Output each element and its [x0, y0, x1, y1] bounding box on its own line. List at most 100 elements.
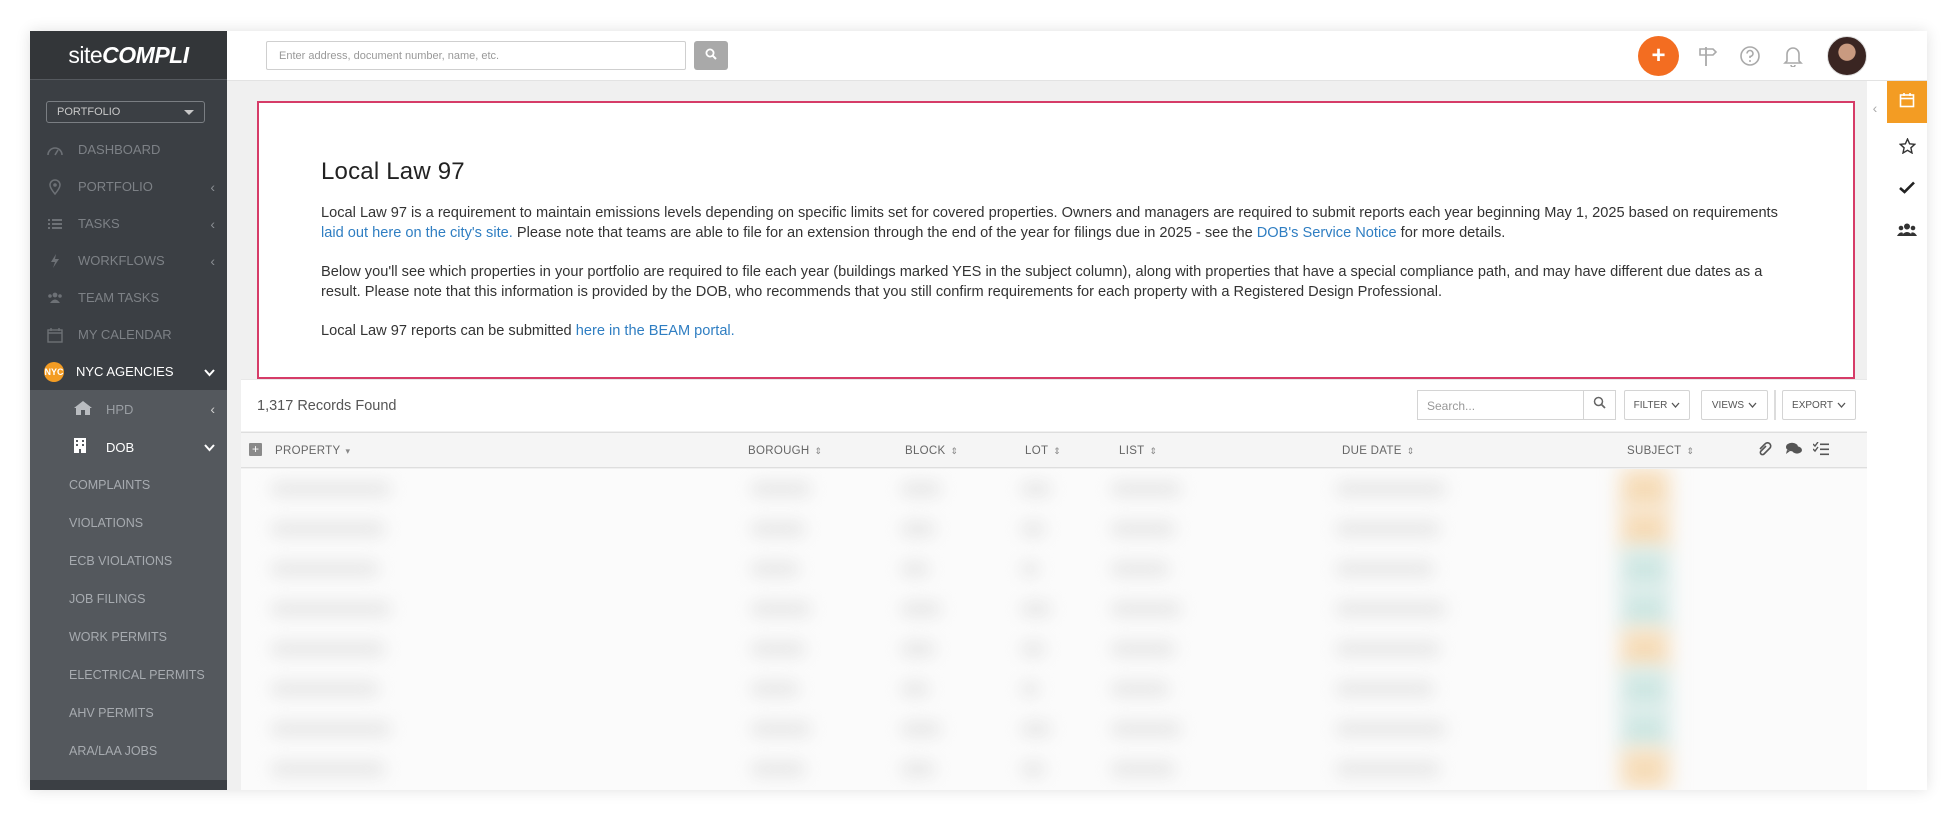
table-search-input[interactable]: Search... — [1417, 390, 1584, 420]
info-text: Local Law 97 reports can be submitted — [321, 323, 576, 339]
blurred-cell — [1111, 722, 1181, 736]
logo[interactable]: site COMPLI — [30, 31, 227, 80]
sidebar-item-label: PORTFOLIO — [78, 179, 153, 194]
column-label: LOT — [1025, 445, 1049, 457]
sidebar-item-label: DOB — [106, 439, 135, 455]
portfolio-dropdown-value: PORTFOLIO — [57, 106, 121, 118]
sidebar-item-ecb-violations[interactable]: ECB VIOLATIONS — [30, 542, 227, 580]
avatar[interactable] — [1827, 36, 1867, 76]
global-search-input[interactable]: Enter address, document number, name, et… — [266, 41, 686, 70]
table-row-blurred — [241, 629, 1869, 669]
sidebar-item-workflows[interactable]: WORKFLOWS ‹ — [30, 242, 227, 279]
dob-service-notice-link[interactable]: DOB's Service Notice — [1257, 225, 1397, 241]
sort-icon: ⇕ — [1149, 445, 1158, 456]
filter-button[interactable]: FILTER — [1624, 390, 1690, 420]
table-search-button[interactable] — [1584, 390, 1616, 420]
add-button[interactable]: + — [1638, 36, 1679, 76]
attachment-icon[interactable] — [1757, 442, 1773, 459]
blurred-cell — [751, 722, 811, 736]
sidebar-item-electrical-permits[interactable]: ELECTRICAL PERMITS — [30, 656, 227, 694]
blurred-cell — [1111, 562, 1169, 576]
sidebar-item-work-permits[interactable]: WORK PERMITS — [30, 618, 227, 656]
tasks-rail-button[interactable] — [1887, 170, 1927, 210]
expand-all-icon[interactable]: + — [249, 443, 262, 456]
sidebar-item-hpd[interactable]: HPD ‹ — [30, 390, 227, 428]
blurred-cell — [1111, 522, 1175, 536]
top-bar: Enter address, document number, name, et… — [227, 31, 1927, 81]
table-row-blurred — [241, 509, 1869, 549]
column-label: PROPERTY — [275, 445, 341, 457]
portfolio-dropdown[interactable]: PORTFOLIO — [46, 101, 205, 123]
column-header-due-date[interactable]: DUE DATE ⇕ — [1342, 445, 1415, 457]
column-header-borough[interactable]: BOROUGH ⇕ — [748, 445, 822, 457]
sidebar-item-ahv-permits[interactable]: AHV PERMITS — [30, 694, 227, 732]
comments-icon[interactable] — [1785, 442, 1803, 459]
blurred-cell — [751, 602, 811, 616]
column-header-subject[interactable]: SUBJECT ⇕ — [1627, 445, 1694, 457]
sidebar-item-portfolio[interactable]: PORTFOLIO ‹ — [30, 168, 227, 205]
list-icon — [46, 215, 64, 233]
sidebar-item-my-calendar[interactable]: MY CALENDAR — [30, 316, 227, 353]
views-button[interactable]: VIEWS — [1701, 390, 1768, 420]
blurred-cell — [751, 682, 799, 696]
city-site-link[interactable]: laid out here on the city's site. — [321, 225, 513, 241]
column-header-property[interactable]: PROPERTY ▾ — [275, 445, 350, 457]
help-icon[interactable] — [1738, 44, 1762, 68]
sidebar-item-nyc-agencies[interactable]: NYC NYC AGENCIES — [30, 353, 227, 390]
blurred-cell — [1021, 522, 1045, 536]
team-icon — [1897, 223, 1917, 242]
blurred-subject-cell — [1621, 669, 1669, 709]
beam-portal-link[interactable]: here in the BEAM portal. — [576, 323, 735, 339]
sidebar-item-dob[interactable]: DOB — [30, 428, 227, 466]
chevron-down-icon — [1837, 400, 1846, 411]
info-text: Local Law 97 is a requirement to maintai… — [321, 205, 1778, 221]
sidebar-item-ara-laa-jobs[interactable]: ARA/LAA JOBS — [30, 732, 227, 770]
favorites-rail-button[interactable] — [1887, 128, 1927, 168]
sidebar-item-job-filings[interactable]: JOB FILINGS — [30, 580, 227, 618]
chevron-down-icon — [1748, 400, 1757, 411]
sidebar-item-complaints[interactable]: COMPLAINTS — [30, 466, 227, 504]
blurred-subject-cell — [1621, 749, 1669, 789]
chevron-down-icon — [1671, 400, 1680, 411]
main-content: Local Law 97 Local Law 97 is a requireme… — [227, 81, 1869, 790]
calendar-rail-button[interactable] — [1887, 81, 1927, 123]
blurred-cell — [1111, 602, 1181, 616]
bell-icon[interactable] — [1781, 44, 1805, 68]
blurred-cell — [901, 482, 941, 496]
signpost-icon[interactable] — [1695, 44, 1719, 68]
column-label: BOROUGH — [748, 445, 810, 457]
blurred-cell — [901, 722, 941, 736]
search-icon — [705, 47, 717, 65]
column-header-lot[interactable]: LOT ⇕ — [1025, 445, 1061, 457]
sidebar-item-tasks[interactable]: TASKS ‹ — [30, 205, 227, 242]
chevron-left-icon: ‹ — [210, 215, 215, 232]
sidebar-item-team-tasks[interactable]: TEAM TASKS — [30, 279, 227, 316]
table-header: + PROPERTY ▾ BOROUGH ⇕ BLOCK ⇕ LOT ⇕ LIST ⇕ D… — [241, 432, 1869, 468]
export-label: EXPORT — [1792, 399, 1833, 411]
sort-icon: ⇕ — [1053, 445, 1062, 456]
team-rail-button[interactable] — [1887, 212, 1927, 252]
info-text: Please note that teams are able to file … — [512, 224, 1257, 241]
sidebar-item-dashboard[interactable]: DASHBOARD — [30, 131, 227, 168]
table-toolbar: 1,317 Records Found Search... FILTER VIE… — [241, 379, 1869, 431]
blurred-cell — [1021, 562, 1039, 576]
blurred-cell — [901, 682, 929, 696]
dashboard-icon — [46, 141, 64, 159]
sidebar-item-label: TASKS — [78, 216, 120, 231]
sidebar-item-violations[interactable]: VIOLATIONS — [30, 504, 227, 542]
checklist-icon[interactable] — [1812, 441, 1829, 459]
check-icon — [1899, 181, 1915, 199]
export-button[interactable]: EXPORT — [1782, 390, 1856, 420]
column-header-list[interactable]: LIST ⇕ — [1119, 445, 1157, 457]
sort-icon: ⇕ — [950, 445, 959, 456]
sort-icon: ⇕ — [1406, 445, 1415, 456]
blurred-cell — [1336, 762, 1440, 776]
blurred-cell — [751, 562, 799, 576]
chevron-left-icon[interactable]: ‹ — [1867, 93, 1883, 123]
blurred-cell — [1021, 682, 1039, 696]
sidebar-item-label: MY CALENDAR — [78, 327, 172, 342]
blurred-cell — [271, 682, 379, 696]
column-header-block[interactable]: BLOCK ⇕ — [905, 445, 958, 457]
blurred-cell — [1021, 642, 1045, 656]
global-search-button[interactable] — [694, 41, 728, 70]
